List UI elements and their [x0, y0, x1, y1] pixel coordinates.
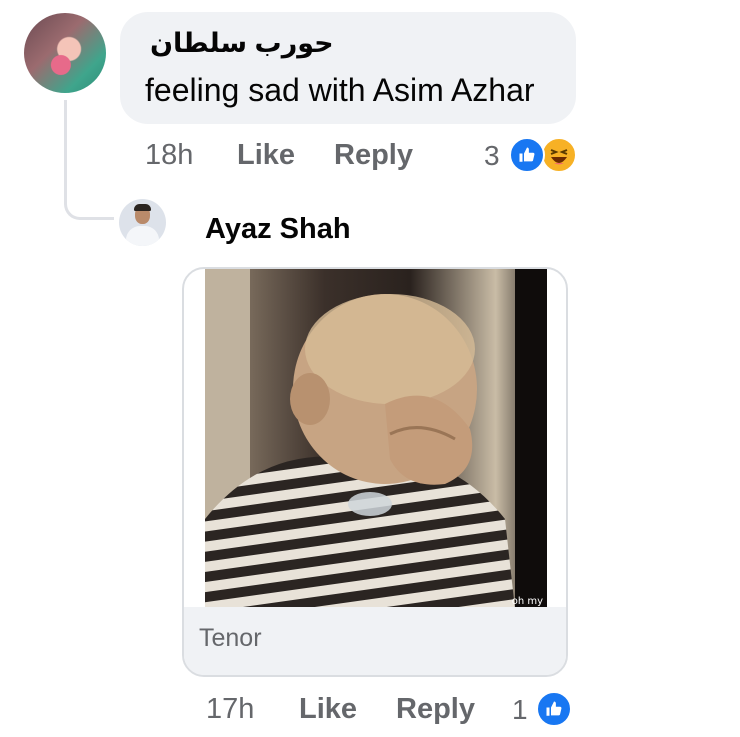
reply-timestamp[interactable]: 17h: [206, 693, 254, 726]
reply-thread-connector: [64, 100, 114, 220]
gif-image[interactable]: oh my: [205, 269, 547, 609]
comment-reply-button[interactable]: Reply: [334, 139, 413, 172]
comment-reaction-count[interactable]: 3: [484, 140, 500, 172]
reply-author-avatar[interactable]: [119, 199, 166, 246]
like-icon: [536, 691, 572, 727]
gif-source-label: Tenor: [199, 624, 262, 652]
comment-author-name[interactable]: حورب سلطان: [150, 28, 334, 59]
comment-timestamp[interactable]: 18h: [145, 139, 193, 172]
gif-watermark: oh my: [511, 596, 543, 607]
haha-icon: [541, 137, 577, 173]
reply-author-name[interactable]: Ayaz Shah: [205, 213, 351, 246]
like-icon: [509, 137, 545, 173]
comment-text: feeling sad with Asim Azhar: [145, 72, 535, 108]
reply-like-button[interactable]: Like: [299, 693, 357, 726]
gif-footer: Tenor: [184, 607, 566, 675]
reply-reply-button[interactable]: Reply: [396, 693, 475, 726]
reply-reaction-count[interactable]: 1: [512, 694, 528, 726]
gif-attachment[interactable]: oh my Tenor: [182, 267, 568, 677]
commenter-avatar[interactable]: [24, 13, 106, 93]
comment-like-button[interactable]: Like: [237, 139, 295, 172]
